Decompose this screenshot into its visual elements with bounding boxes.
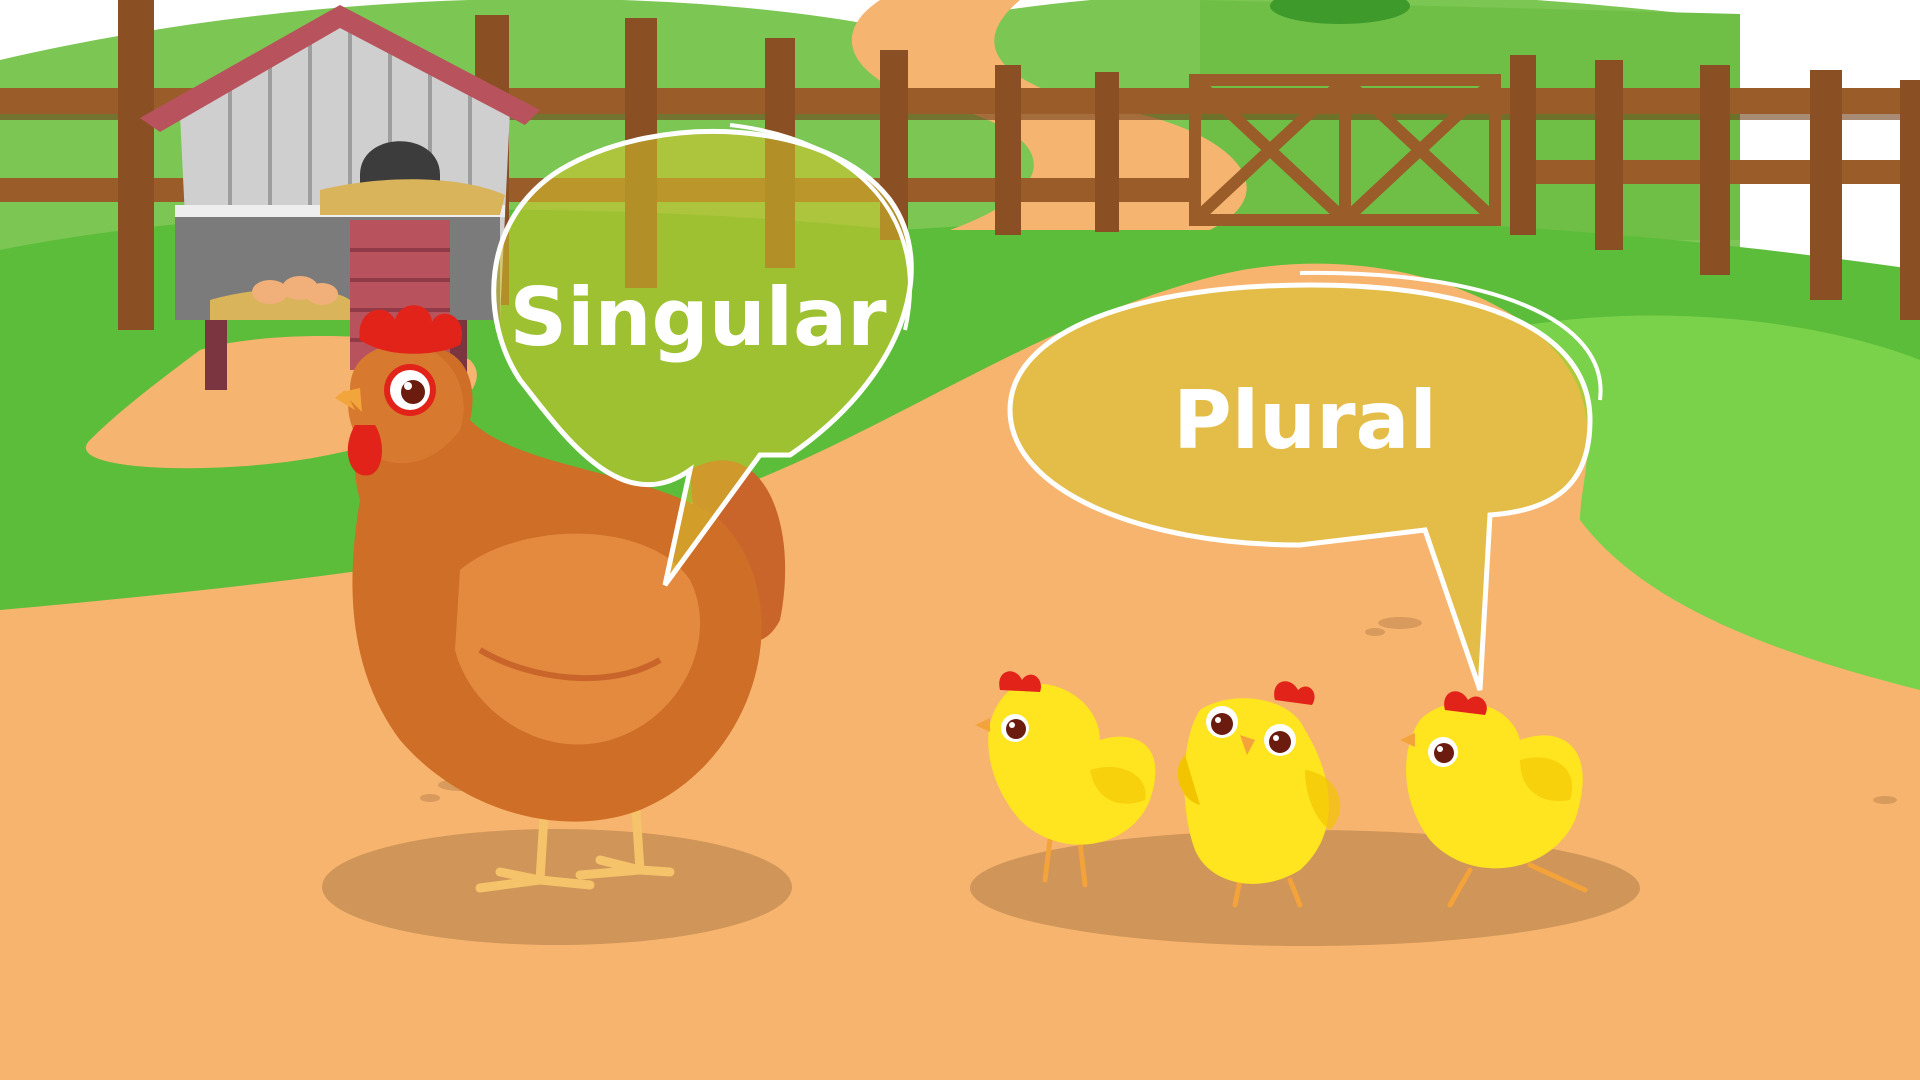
farm-scene: Singular Plural [0,0,1920,1080]
farm-illustration: Singular Plural [0,0,1920,1080]
plural-label: Plural [1173,374,1437,467]
singular-label: Singular [509,271,887,364]
hen-shadow [322,829,792,945]
